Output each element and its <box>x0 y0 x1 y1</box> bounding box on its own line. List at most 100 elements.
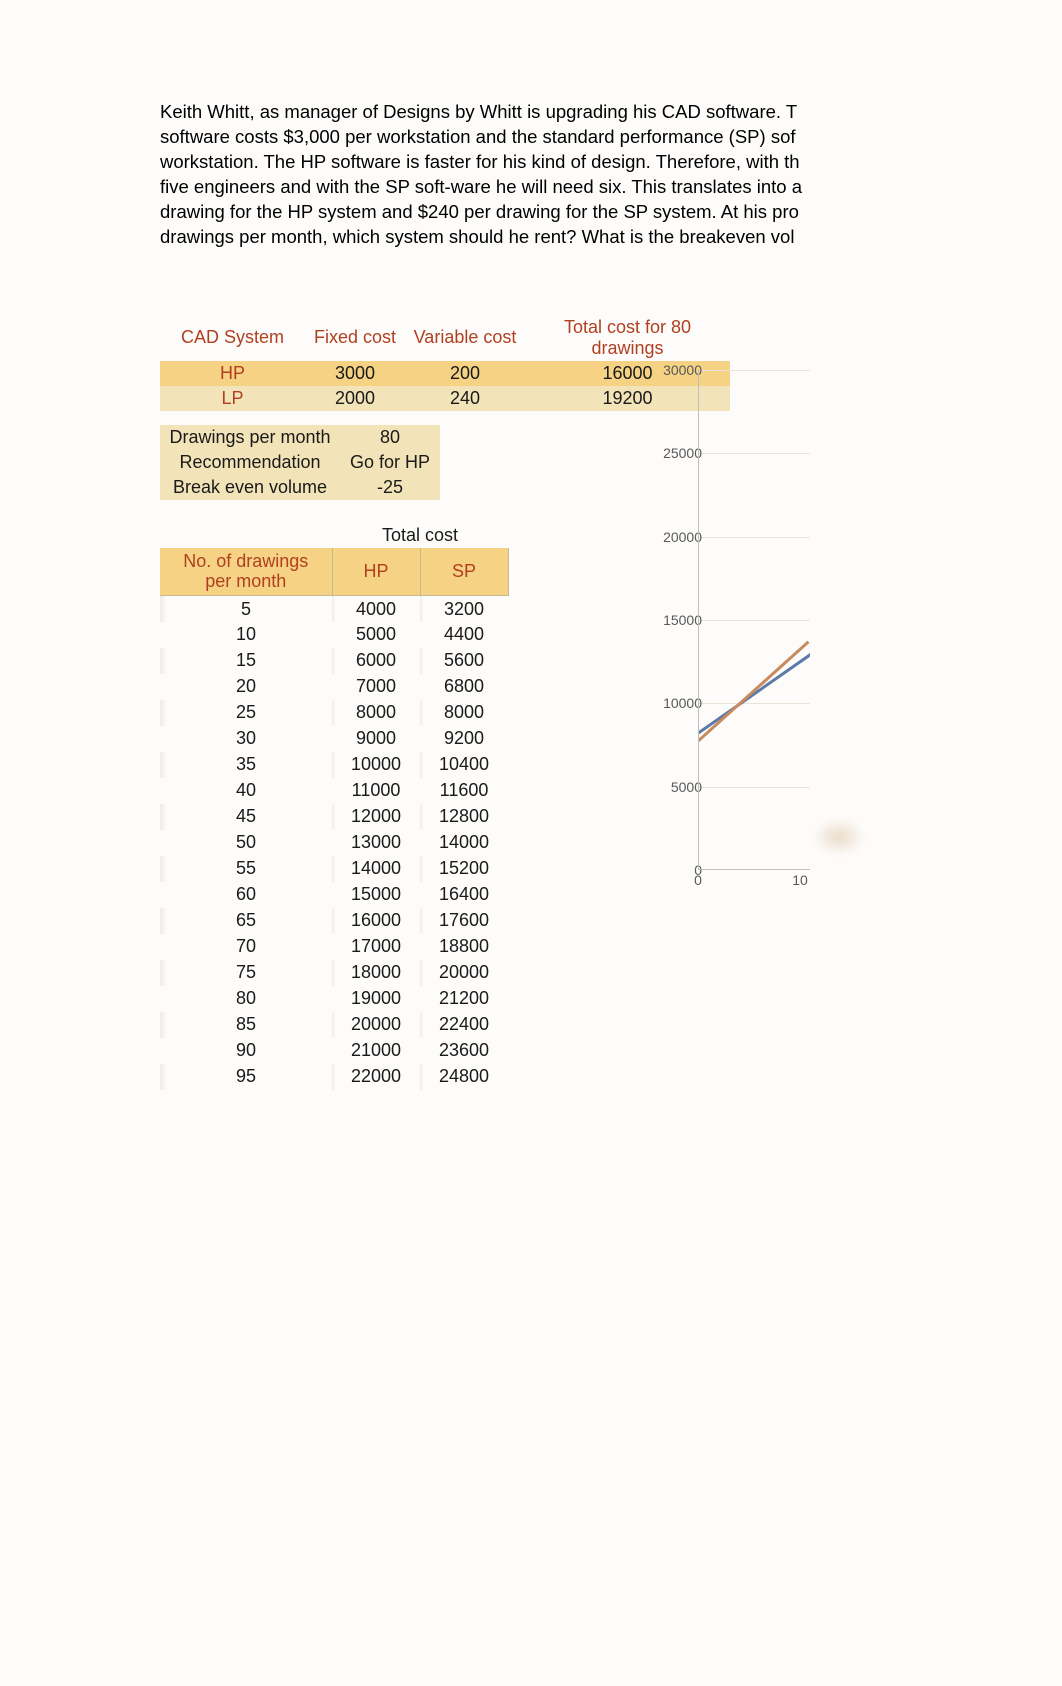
cell-hp: 20000 <box>332 1012 420 1038</box>
cell-sp: 22400 <box>420 1012 508 1038</box>
cell-hp: 14000 <box>332 856 420 882</box>
cell-n: 35 <box>160 752 332 778</box>
cell-hp: 5000 <box>332 622 420 648</box>
cad-header-fixed: Fixed cost <box>305 315 405 361</box>
tc-empty <box>160 522 332 548</box>
table-row: 952200024800 <box>160 1064 508 1090</box>
tc-col-hp: HP <box>332 548 420 596</box>
cell-n: 30 <box>160 726 332 752</box>
table-row: 351000010400 <box>160 752 508 778</box>
cell-sp: 18800 <box>420 934 508 960</box>
cell-sp: 6800 <box>420 674 508 700</box>
parameters-table: Drawings per month 80 Recommendation Go … <box>160 425 440 500</box>
cell-sp: 21200 <box>420 986 508 1012</box>
cell-hp: 22000 <box>332 1064 420 1090</box>
cad-header-total: Total cost for 80 drawings <box>525 315 730 361</box>
cell-sp: 17600 <box>420 908 508 934</box>
blur-overlay-icon <box>812 818 866 856</box>
tc-col-n: No. of drawings per month <box>160 548 332 596</box>
cell-sp: 12800 <box>420 804 508 830</box>
param-recommendation-label: Recommendation <box>160 450 340 475</box>
ytick-15000: 15000 <box>652 612 702 628</box>
problem-statement: Keith Whitt, as manager of Designs by Wh… <box>160 100 860 250</box>
series-sp-line <box>698 641 810 819</box>
table-row: 902100023600 <box>160 1038 508 1064</box>
table-row: 801900021200 <box>160 986 508 1012</box>
cell-hp: 10000 <box>332 752 420 778</box>
param-breakeven-label: Break even volume <box>160 475 340 500</box>
cell-n: 45 <box>160 804 332 830</box>
xtick-10: 10 <box>792 872 808 888</box>
cell-n: 60 <box>160 882 332 908</box>
param-recommendation-value: Go for HP <box>340 450 440 475</box>
table-row: 651600017600 <box>160 908 508 934</box>
table-row: 501300014000 <box>160 830 508 856</box>
cad-hp-fixed: 3000 <box>305 361 405 386</box>
cell-hp: 16000 <box>332 908 420 934</box>
cell-sp: 3200 <box>420 596 508 622</box>
cell-n: 5 <box>160 596 332 622</box>
ytick-30000: 30000 <box>652 362 702 378</box>
cell-sp: 15200 <box>420 856 508 882</box>
table-row: 852000022400 <box>160 1012 508 1038</box>
cad-lp-name: LP <box>160 386 305 411</box>
cell-sp: 5600 <box>420 648 508 674</box>
cell-hp: 21000 <box>332 1038 420 1064</box>
cell-n: 75 <box>160 960 332 986</box>
tc-col-sp: SP <box>420 548 508 596</box>
cost-chart: 30000 25000 20000 15000 10000 5000 0 0 1… <box>640 370 810 870</box>
cell-sp: 20000 <box>420 960 508 986</box>
table-row: 601500016400 <box>160 882 508 908</box>
cell-n: 90 <box>160 1038 332 1064</box>
table-row: 2580008000 <box>160 700 508 726</box>
param-drawings-value: 80 <box>340 425 440 450</box>
cell-n: 25 <box>160 700 332 726</box>
cell-sp: 16400 <box>420 882 508 908</box>
cad-lp-variable: 240 <box>405 386 525 411</box>
param-breakeven-value: -25 <box>340 475 440 500</box>
cell-sp: 10400 <box>420 752 508 778</box>
cad-header-variable: Variable cost <box>405 315 525 361</box>
table-row: 551400015200 <box>160 856 508 882</box>
cell-sp: 24800 <box>420 1064 508 1090</box>
cell-hp: 12000 <box>332 804 420 830</box>
cell-sp: 9200 <box>420 726 508 752</box>
table-row: 540003200 <box>160 596 508 622</box>
cell-hp: 9000 <box>332 726 420 752</box>
cell-n: 95 <box>160 1064 332 1090</box>
ytick-20000: 20000 <box>652 529 702 545</box>
cell-hp: 13000 <box>332 830 420 856</box>
cell-n: 40 <box>160 778 332 804</box>
table-row: 451200012800 <box>160 804 508 830</box>
xtick-0: 0 <box>694 872 702 888</box>
cell-sp: 23600 <box>420 1038 508 1064</box>
cell-n: 65 <box>160 908 332 934</box>
table-row: 1050004400 <box>160 622 508 648</box>
cell-hp: 7000 <box>332 674 420 700</box>
tc-title: Total cost <box>332 522 508 548</box>
ytick-25000: 25000 <box>652 445 702 461</box>
cell-sp: 11600 <box>420 778 508 804</box>
cell-hp: 15000 <box>332 882 420 908</box>
cell-hp: 19000 <box>332 986 420 1012</box>
cell-sp: 8000 <box>420 700 508 726</box>
cell-sp: 14000 <box>420 830 508 856</box>
cell-sp: 4400 <box>420 622 508 648</box>
cell-n: 20 <box>160 674 332 700</box>
cell-n: 80 <box>160 986 332 1012</box>
table-row: 2070006800 <box>160 674 508 700</box>
cell-hp: 4000 <box>332 596 420 622</box>
cad-lp-fixed: 2000 <box>305 386 405 411</box>
cad-header-system: CAD System <box>160 315 305 361</box>
cell-n: 15 <box>160 648 332 674</box>
cell-n: 50 <box>160 830 332 856</box>
cell-n: 10 <box>160 622 332 648</box>
total-cost-table: Total cost No. of drawings per month HP … <box>160 522 509 1090</box>
table-row: 1560005600 <box>160 648 508 674</box>
ytick-5000: 5000 <box>652 779 702 795</box>
cell-n: 55 <box>160 856 332 882</box>
cad-hp-variable: 200 <box>405 361 525 386</box>
table-row: 3090009200 <box>160 726 508 752</box>
table-row: 701700018800 <box>160 934 508 960</box>
cell-n: 85 <box>160 1012 332 1038</box>
